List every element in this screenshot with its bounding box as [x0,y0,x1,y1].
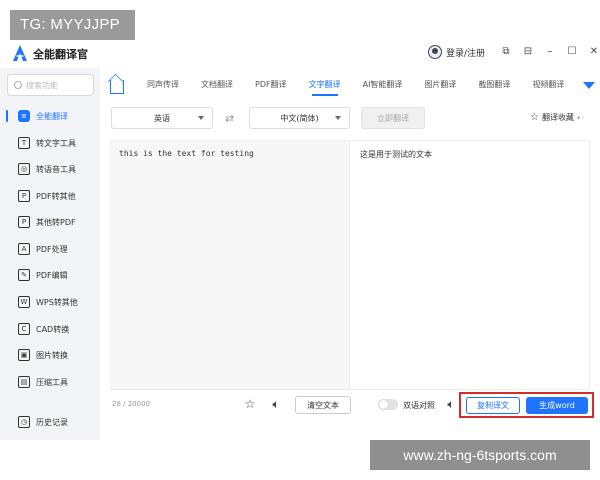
favorites-label: 翻译收藏 [541,113,574,122]
sidebar-item-wps[interactable]: W WPS转其他 [0,291,100,313]
sidebar-item-label: 压缩工具 [36,377,68,387]
tab-screenshot[interactable]: 截图翻译 [467,72,521,98]
chevron-down-icon [335,116,341,120]
star-icon: ☆ [530,112,539,123]
tab-text[interactable]: 文字翻译 [298,72,352,98]
target-text: 这是用于测试的文本 [360,150,432,159]
sidebar-item-pdf-process[interactable]: A PDF处理 [0,238,100,260]
sidebar-item-compress[interactable]: ▤ 压缩工具 [0,371,100,393]
sidebar-item-label: 图片转换 [36,350,68,360]
target-language-select[interactable]: 中文(简体) [249,107,350,129]
chevron-right-icon: › [576,113,581,122]
watermark-tg: TG: MYYJJPP [10,10,135,40]
cad-icon: C [18,323,30,335]
sidebar-item-to-pdf[interactable]: P 其他转PDF [0,211,100,233]
app-window: 全能翻译官 登录/注册 ⧉ ⊟ – ☐ ✕ 搜索功能 ≡ 全能翻译 T 转文字工… [0,0,600,440]
copy-translation-button[interactable]: 复制译文 [466,397,520,414]
clear-text-button[interactable]: 清空文本 [295,396,351,414]
avatar-icon [428,45,442,59]
speaker-icon[interactable]: 🔈︎ [269,397,283,411]
translate-icon: ≡ [18,110,30,122]
compress-icon: ▤ [18,376,30,388]
menu-icon[interactable]: ⊟ [522,46,534,57]
watermark-site: www.zh-ng-6tsports.com [370,440,590,470]
minimize-icon[interactable]: – [544,46,556,57]
sidebar-item-history[interactable]: ◷ 历史记录 [0,411,100,433]
star-icon[interactable]: ☆ [243,397,257,411]
translate-button[interactable]: 立即翻译 [361,107,425,129]
pdf-process-icon: A [18,243,30,255]
search-input[interactable]: 搜索功能 [7,74,94,96]
to-pdf-icon: P [18,216,30,228]
generate-word-button[interactable]: 生成word [526,397,588,414]
sidebar-item-label: 转文字工具 [36,138,76,148]
sidebar-item-pdf-convert[interactable]: P PDF转其他 [0,185,100,207]
chevron-down-icon [198,116,204,120]
bilingual-toggle[interactable] [378,399,398,410]
sidebar-item-text-tool[interactable]: T 转文字工具 [0,132,100,154]
tab-ai[interactable]: AI智能翻译 [352,72,414,98]
tab-document[interactable]: 文档翻译 [190,72,244,98]
sidebar-item-translate[interactable]: ≡ 全能翻译 [0,105,100,127]
speaker-icon[interactable]: 🔈︎ [444,397,458,411]
char-count: 28 / 20000 [112,400,150,408]
tab-image[interactable]: 图片翻译 [413,72,467,98]
favorites-button[interactable]: ☆ 翻译收藏 › [530,112,580,123]
sidebar-item-label: PDF处理 [36,244,68,254]
app-logo-icon [13,45,27,61]
sidebar-item-pdf-edit[interactable]: ✎ PDF编辑 [0,264,100,286]
tab-simultaneous[interactable]: 同声传译 [136,72,190,98]
search-placeholder: 搜索功能 [26,80,58,90]
sidebar-item-image-convert[interactable]: ▣ 图片转换 [0,344,100,366]
close-icon[interactable]: ✕ [588,46,600,57]
login-label: 登录/注册 [446,48,486,59]
source-text-area[interactable]: this is the text for testing [110,140,350,390]
wps-icon: W [18,296,30,308]
search-icon [14,81,22,89]
tab-bar: 同声传译 文档翻译 PDF翻译 文字翻译 AI智能翻译 图片翻译 截图翻译 视频… [106,72,600,98]
sidebar-item-cad[interactable]: C CAD转换 [0,318,100,340]
image-convert-icon: ▣ [18,349,30,361]
text-tool-icon: T [18,137,30,149]
source-text: this is the text for testing [119,149,254,158]
bilingual-label: 双语对照 [403,401,435,410]
pdf-convert-icon: P [18,190,30,202]
source-language-select[interactable]: 英语 [111,107,213,129]
tab-pdf[interactable]: PDF翻译 [244,72,298,98]
voice-tool-icon: ◎ [18,163,30,175]
sidebar-item-label: WPS转其他 [36,297,78,307]
target-language-value: 中文(简体) [280,113,319,123]
window-controls: ⧉ ⊟ – ☐ ✕ [500,46,600,57]
sidebar-item-label: PDF转其他 [36,191,76,201]
sidebar-item-label: 其他转PDF [36,217,76,227]
sidebar-item-label: 全能翻译 [36,111,68,121]
source-language-value: 英语 [154,113,170,123]
more-tabs-icon[interactable] [583,81,596,89]
pin-icon[interactable]: ⧉ [500,46,512,57]
swap-language-icon[interactable]: ⇄ [225,112,234,125]
tab-video[interactable]: 视频翻译 [521,72,575,98]
sidebar-item-voice-tool[interactable]: ◎ 转语音工具 [0,158,100,180]
sidebar-item-label: PDF编辑 [36,270,68,280]
target-text-area[interactable]: 这是用于测试的文本 [350,140,590,390]
sidebar-item-label: CAD转换 [36,324,70,334]
sidebar: 搜索功能 ≡ 全能翻译 T 转文字工具 ◎ 转语音工具 P PDF转其他 P 其… [0,68,100,440]
maximize-icon[interactable]: ☐ [566,46,578,57]
home-icon[interactable] [110,80,124,94]
login-button[interactable]: 登录/注册 [428,45,485,59]
sidebar-item-label: 历史记录 [36,417,68,427]
pdf-edit-icon: ✎ [18,269,30,281]
history-icon: ◷ [18,416,30,428]
app-title: 全能翻译官 [33,48,88,61]
sidebar-item-label: 转语音工具 [36,164,76,174]
